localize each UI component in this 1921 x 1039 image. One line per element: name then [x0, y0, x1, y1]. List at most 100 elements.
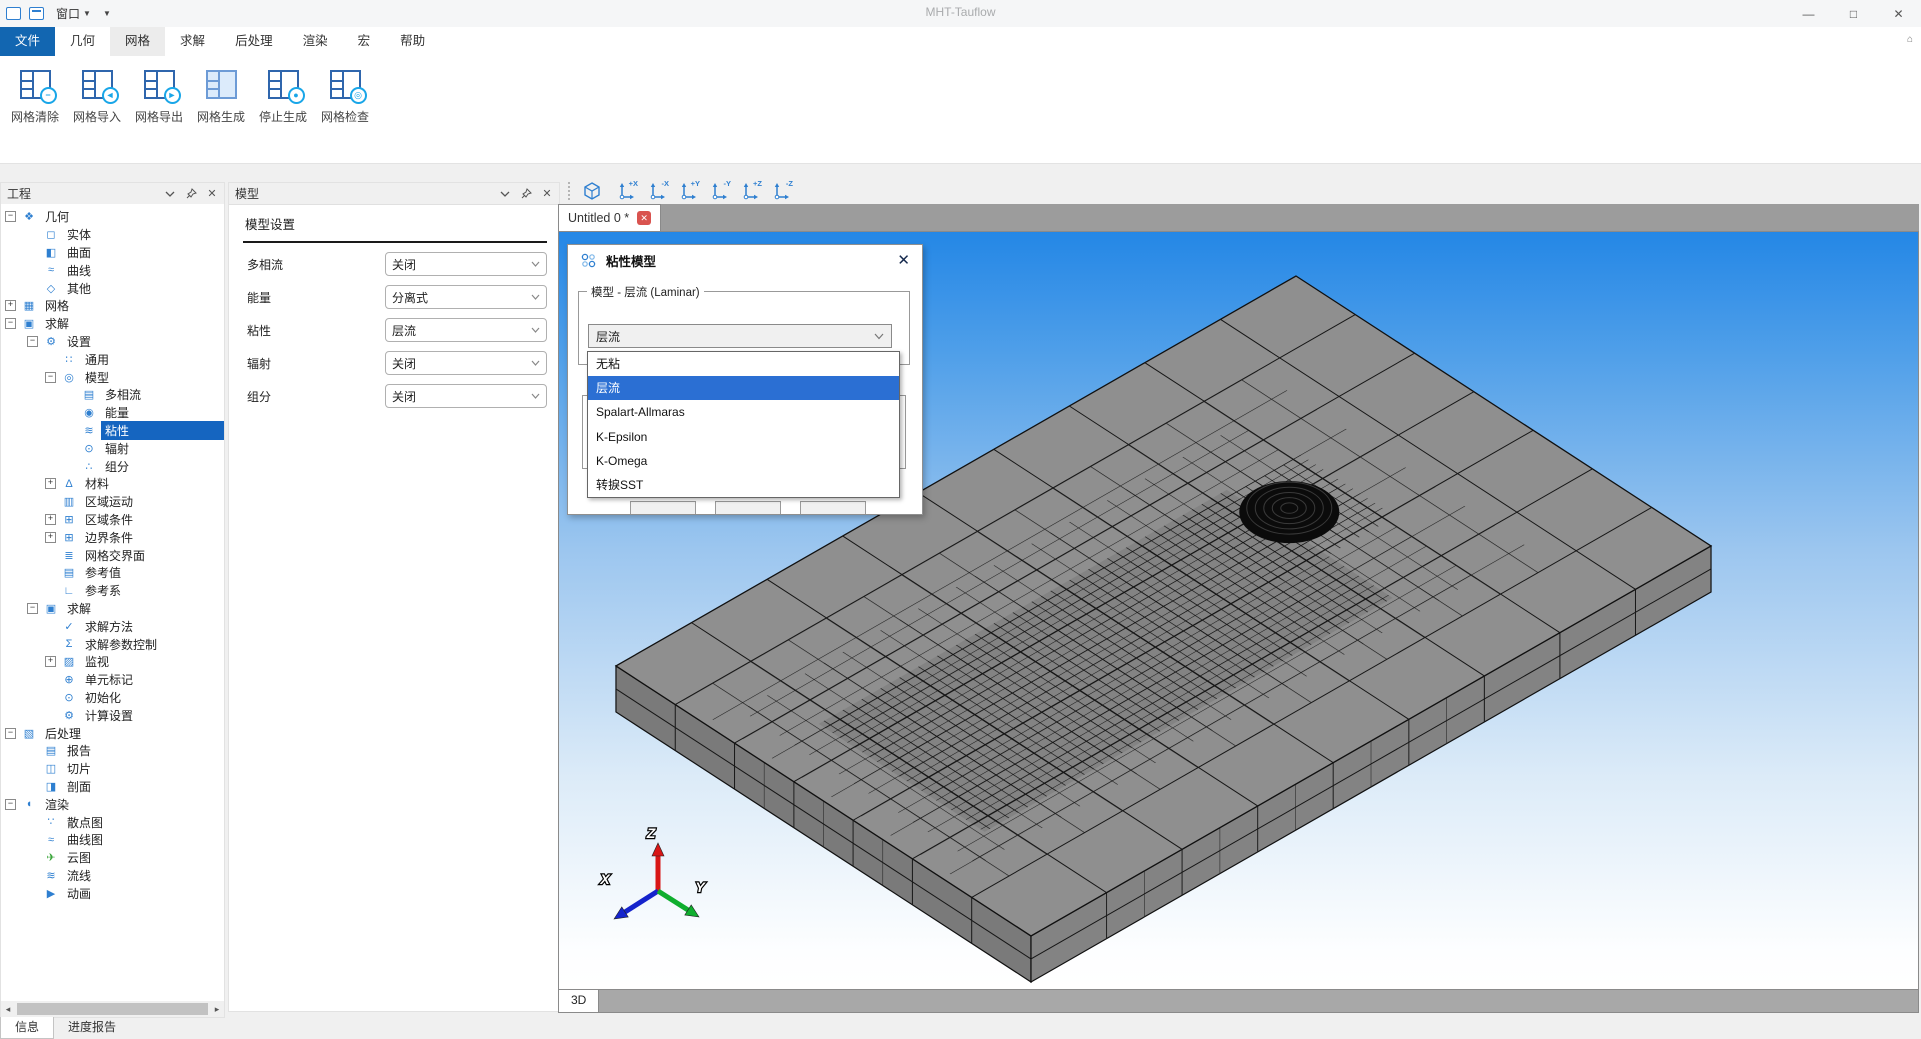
model-field-combobox[interactable]: 关闭: [385, 351, 547, 375]
model-field-combobox[interactable]: 分离式: [385, 285, 547, 309]
tree-expander[interactable]: −: [5, 318, 16, 329]
ribbon-button[interactable]: ◄ 网格导入: [68, 70, 126, 125]
dropdown-option[interactable]: Spalart-Allmaras: [588, 400, 899, 424]
tree-item[interactable]: ✓ 求解方法: [1, 617, 224, 635]
tree-item[interactable]: ≈ 曲线图: [1, 831, 224, 849]
model-field-combobox[interactable]: 关闭: [385, 384, 547, 408]
axis-view-button[interactable]: +Y: [673, 180, 700, 202]
tree-item[interactable]: − ▣ 求解: [1, 600, 224, 618]
horizontal-scrollbar[interactable]: ◂ ▸: [1, 1001, 224, 1017]
panel-tab[interactable]: 进度报告: [54, 1017, 130, 1039]
window-menu[interactable]: 窗口 ▼: [52, 3, 95, 24]
menu-item[interactable]: 网格: [110, 27, 165, 56]
tree-item[interactable]: ⊕ 单元标记: [1, 671, 224, 689]
tree-item[interactable]: + ⊞ 边界条件: [1, 528, 224, 546]
ribbon-button[interactable]: ◎ 网格检查: [316, 70, 374, 125]
tree-item[interactable]: ≈ 曲线: [1, 261, 224, 279]
panel-tab[interactable]: 信息: [0, 1017, 54, 1039]
tree-item[interactable]: ∟ 参考系: [1, 582, 224, 600]
dialog-title-bar[interactable]: 粘性模型 ✕: [568, 245, 922, 275]
tree-expander[interactable]: +: [45, 532, 56, 543]
tree-item[interactable]: ◧ 曲面: [1, 244, 224, 262]
axis-view-button[interactable]: +X: [611, 180, 638, 202]
close-icon[interactable]: ✕: [206, 188, 218, 200]
tree-expander[interactable]: −: [5, 728, 16, 739]
tree-item[interactable]: − ▣ 求解: [1, 315, 224, 333]
tree-expander[interactable]: −: [27, 336, 38, 347]
dialog-close-icon[interactable]: ✕: [897, 251, 910, 269]
model-field-combobox[interactable]: 关闭: [385, 252, 547, 276]
tree-item[interactable]: ∵ 散点图: [1, 813, 224, 831]
menu-item[interactable]: 文件: [0, 27, 55, 56]
close-button[interactable]: ✕: [1876, 0, 1921, 27]
tree-expander[interactable]: −: [5, 211, 16, 222]
tree-expander[interactable]: +: [5, 300, 16, 311]
quick-access-dropdown-icon[interactable]: ▼: [103, 9, 111, 18]
dropdown-option[interactable]: K-Omega: [588, 449, 899, 473]
model-field-combobox[interactable]: 层流: [385, 318, 547, 342]
quick-access-icon-2[interactable]: [29, 7, 44, 20]
dropdown-option[interactable]: 层流: [588, 376, 899, 400]
menu-item[interactable]: 几何: [55, 27, 110, 56]
tree-item[interactable]: ◉ 能量: [1, 404, 224, 422]
axis-view-button[interactable]: +Z: [735, 180, 762, 202]
chevron-down-icon[interactable]: [499, 188, 511, 200]
tree-item[interactable]: + ▦ 网格: [1, 297, 224, 315]
dialog-button-stub[interactable]: [800, 501, 866, 515]
tree-item[interactable]: ◫ 切片: [1, 760, 224, 778]
menu-item[interactable]: 帮助: [385, 27, 440, 56]
menu-item[interactable]: 宏: [343, 27, 386, 56]
tree-item[interactable]: ⊙ 辐射: [1, 439, 224, 457]
tree-item[interactable]: ∷ 通用: [1, 350, 224, 368]
tree-item[interactable]: ✈ 云图: [1, 849, 224, 867]
tree-item[interactable]: ▶ 动画: [1, 884, 224, 902]
tree-expander[interactable]: +: [45, 514, 56, 525]
scroll-right-icon[interactable]: ▸: [210, 1004, 224, 1015]
dialog-button-stub[interactable]: [715, 501, 781, 515]
tree-item[interactable]: + ▨ 监视: [1, 653, 224, 671]
tree-item[interactable]: ◇ 其他: [1, 279, 224, 297]
menu-item[interactable]: 渲染: [288, 27, 343, 56]
document-tab[interactable]: Untitled 0 * ✕: [558, 204, 661, 231]
ribbon-button[interactable]: ► 网格导出: [130, 70, 188, 125]
menu-item[interactable]: 求解: [165, 27, 220, 56]
tree-item[interactable]: ⊙ 初始化: [1, 689, 224, 707]
tree-expander[interactable]: −: [5, 799, 16, 810]
quick-access-icon-1[interactable]: [6, 7, 21, 20]
tree-expander[interactable]: −: [27, 603, 38, 614]
tree-item[interactable]: ▤ 报告: [1, 742, 224, 760]
tree-item[interactable]: ▤ 参考值: [1, 564, 224, 582]
tree-item[interactable]: − ⚙ 设置: [1, 333, 224, 351]
tree-item[interactable]: ∴ 组分: [1, 457, 224, 475]
close-icon[interactable]: ✕: [541, 188, 553, 200]
pin-icon[interactable]: [185, 188, 197, 200]
tree-item[interactable]: ≣ 网格交界面: [1, 546, 224, 564]
toolbar-drag-handle[interactable]: [568, 182, 570, 200]
tree-item[interactable]: ≋ 流线: [1, 866, 224, 884]
dropdown-option[interactable]: 转捩SST: [588, 473, 899, 497]
tree-item[interactable]: − ❖ 几何: [1, 208, 224, 226]
minimize-button[interactable]: —: [1786, 0, 1831, 27]
dropdown-option[interactable]: 无粘: [588, 352, 899, 376]
dropdown-option[interactable]: K-Epsilon: [588, 425, 899, 449]
tree-expander[interactable]: −: [45, 372, 56, 383]
collapse-ribbon-icon[interactable]: ⌂: [1907, 34, 1913, 45]
tree-item[interactable]: ≋ 粘性: [1, 422, 224, 440]
chevron-down-icon[interactable]: [164, 188, 176, 200]
ribbon-button[interactable]: 网格生成: [192, 70, 250, 125]
tree-item[interactable]: Σ 求解参数控制: [1, 635, 224, 653]
tree-item[interactable]: − ◖ 渲染: [1, 795, 224, 813]
tree-item[interactable]: ◨ 剖面: [1, 778, 224, 796]
axis-view-button[interactable]: -X: [642, 180, 669, 202]
menu-item[interactable]: 后处理: [220, 27, 288, 56]
tree-item[interactable]: ▥ 区域运动: [1, 493, 224, 511]
tree-item[interactable]: ◻ 实体: [1, 226, 224, 244]
viewport-3d[interactable]: ZXY 粘性模型 ✕ 模型 - 层流 (Laminar) 层流: [558, 231, 1919, 990]
scroll-left-icon[interactable]: ◂: [1, 1004, 15, 1015]
tree-item[interactable]: + ⊞ 区域条件: [1, 511, 224, 529]
viscous-model-combobox[interactable]: 层流: [588, 324, 892, 348]
isometric-view-icon[interactable]: [578, 180, 605, 202]
axis-view-button[interactable]: -Y: [704, 180, 731, 202]
tree-item[interactable]: + Δ 材料: [1, 475, 224, 493]
tree-expander[interactable]: +: [45, 656, 56, 667]
